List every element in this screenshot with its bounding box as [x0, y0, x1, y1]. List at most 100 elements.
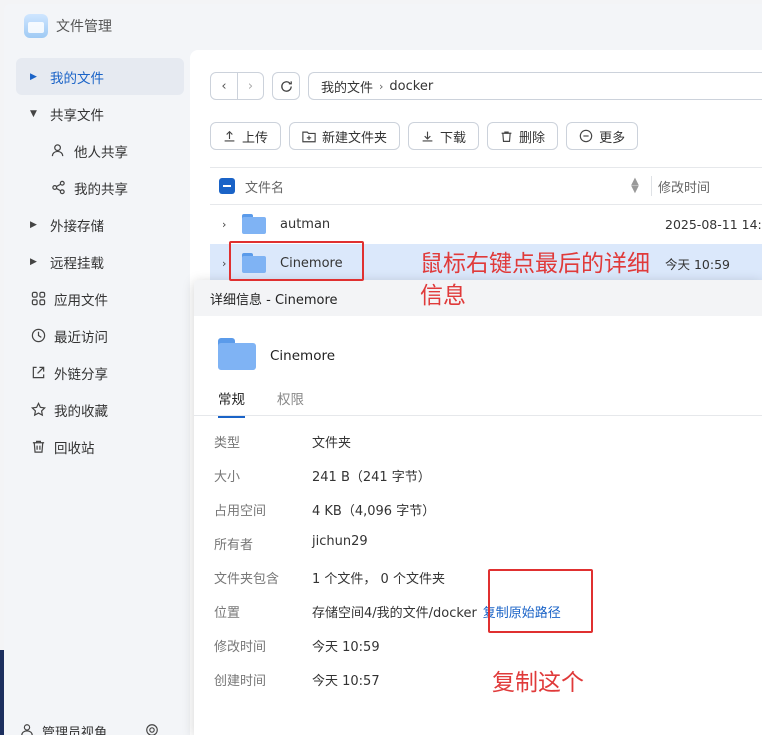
- folder-icon: [242, 214, 266, 234]
- action-toolbar: 上传 新建文件夹 下载 删除 更多: [210, 122, 639, 150]
- annotation-right-click: 鼠标右键点最后的详细 信息: [420, 248, 650, 312]
- breadcrumb-root[interactable]: 我的文件: [321, 77, 373, 96]
- delete-button[interactable]: 删除: [487, 122, 559, 150]
- download-button[interactable]: 下载: [408, 122, 480, 150]
- admin-view-label: 管理员视角: [42, 726, 108, 735]
- share-icon: [50, 180, 66, 196]
- sidebar-item-label: 我的文件: [50, 70, 104, 87]
- sidebar-item-shared-by-others[interactable]: 他人共享: [16, 132, 184, 169]
- prop-size: 大小 241 B（241 字节）: [214, 466, 431, 485]
- highlight-box-copy-link: [488, 569, 593, 633]
- sidebar-item-label: 我的收藏: [54, 403, 108, 420]
- breadcrumb-current[interactable]: docker: [389, 79, 433, 94]
- sidebar-item-label: 最近访问: [54, 329, 108, 346]
- chevron-right-icon: ›: [379, 79, 384, 93]
- prop-owner: 所有者 jichun29: [214, 534, 368, 553]
- prop-disk-usage: 占用空间 4 KB（4,096 字节）: [214, 500, 435, 519]
- forward-icon[interactable]: ›: [237, 73, 263, 99]
- download-icon: [422, 131, 433, 142]
- caret-right-icon[interactable]: ▶: [30, 257, 42, 267]
- file-list-header: 文件名 ▲ ▼ 修改时间: [210, 167, 762, 205]
- file-name: autman: [280, 216, 331, 232]
- new-folder-label: 新建文件夹: [322, 130, 388, 146]
- file-modified-time: 今天 10:59: [665, 256, 730, 272]
- sidebar-item-trash[interactable]: 回收站: [16, 428, 184, 465]
- admin-view-toggle[interactable]: 管理员视角: [20, 722, 159, 735]
- folder-plus-icon: [302, 131, 316, 142]
- chevron-right-icon[interactable]: ›: [222, 218, 238, 231]
- table-row[interactable]: › autman 2025-08-11 14:4: [210, 205, 762, 243]
- trash-icon: [30, 439, 46, 455]
- prop-modified: 修改时间 今天 10:59: [214, 636, 380, 655]
- sidebar-item-label: 我的共享: [74, 181, 128, 198]
- user-icon: [20, 723, 34, 735]
- column-divider[interactable]: [651, 176, 652, 196]
- sidebar-item-my-shares[interactable]: 我的共享: [16, 169, 184, 206]
- tab-permissions[interactable]: 权限: [277, 388, 304, 418]
- file-modified-time: 2025-08-11 14:4: [665, 216, 762, 232]
- annotation-line: 鼠标右键点最后的详细: [420, 251, 650, 277]
- sidebar-item-recent[interactable]: 最近访问: [16, 317, 184, 354]
- trash-icon: [501, 130, 512, 142]
- prop-created: 创建时间 今天 10:57: [214, 670, 380, 689]
- sidebar-item-remote-mount[interactable]: ▶ 远程挂载: [16, 243, 184, 280]
- upload-button[interactable]: 上传: [210, 122, 282, 150]
- refresh-button[interactable]: [272, 72, 300, 100]
- caret-down-icon[interactable]: ▼: [30, 109, 42, 119]
- upload-icon: [224, 130, 235, 142]
- more-button[interactable]: 更多: [566, 122, 639, 150]
- column-header-modified[interactable]: 修改时间: [658, 177, 710, 196]
- caret-right-icon[interactable]: ▶: [30, 220, 42, 230]
- prop-label: 大小: [214, 470, 241, 485]
- annotation-line: 信息: [420, 283, 466, 309]
- prop-label: 修改时间: [214, 640, 267, 655]
- tab-general[interactable]: 常规: [218, 388, 245, 418]
- prop-label: 创建时间: [214, 674, 267, 689]
- clock-icon: [30, 328, 46, 344]
- users-icon: [50, 143, 66, 159]
- sidebar-item-favorites[interactable]: 我的收藏: [16, 391, 184, 428]
- download-label: 下载: [440, 130, 467, 146]
- external-link-icon: [30, 365, 46, 381]
- tab-divider: [194, 415, 762, 416]
- back-icon[interactable]: ‹: [211, 73, 237, 99]
- prop-value: jichun29: [312, 534, 368, 549]
- new-folder-button[interactable]: 新建文件夹: [289, 122, 401, 150]
- sidebar-item-label: 远程挂载: [50, 255, 104, 272]
- sidebar-item-label: 共享文件: [50, 107, 104, 124]
- sidebar-item-my-files[interactable]: ▶ 我的文件: [16, 58, 184, 95]
- column-header-name[interactable]: 文件名: [245, 177, 625, 196]
- prop-label: 占用空间: [214, 504, 267, 519]
- sidebar-item-label: 他人共享: [74, 144, 128, 161]
- prop-value: 今天 10:59: [312, 640, 380, 655]
- gear-icon[interactable]: [145, 723, 159, 735]
- sidebar: ▶ 我的文件 ▼ 共享文件 他人共享 我的共享 ▶ 外接存储 ▶ 远程挂载 应用…: [16, 58, 184, 465]
- prop-value: 1 个文件， 0 个文件夹: [312, 572, 445, 587]
- caret-right-icon[interactable]: ▶: [30, 72, 42, 82]
- prop-type: 类型 文件夹: [214, 432, 351, 451]
- prop-label: 文件夹包含: [214, 572, 280, 587]
- sidebar-item-label: 应用文件: [54, 292, 108, 309]
- highlight-box-folder: [229, 241, 364, 281]
- navigation-bar: ‹ › 我的文件 › docker: [210, 72, 762, 100]
- upload-label: 上传: [242, 130, 269, 146]
- prop-value: 4 KB（4,096 字节）: [312, 504, 436, 519]
- prop-value: 今天 10:57: [312, 674, 380, 689]
- sort-icon[interactable]: ▲ ▼: [625, 177, 645, 195]
- annotation-copy-this: 复制这个: [492, 670, 584, 696]
- sidebar-item-label: 外接存储: [50, 218, 104, 235]
- prop-value: 存储空间4/我的文件/docker: [312, 606, 477, 621]
- select-all-checkbox[interactable]: [219, 178, 235, 194]
- app-title: 文件管理: [56, 19, 112, 35]
- detail-tabs: 常规 权限: [218, 388, 304, 418]
- sidebar-item-app-files[interactable]: 应用文件: [16, 280, 184, 317]
- prop-contains: 文件夹包含 1 个文件， 0 个文件夹: [214, 568, 445, 587]
- sidebar-item-external-storage[interactable]: ▶ 外接存储: [16, 206, 184, 243]
- delete-label: 删除: [519, 130, 546, 146]
- more-icon: [579, 129, 593, 143]
- prop-value: 241 B（241 字节）: [312, 470, 431, 485]
- sidebar-item-shared-files[interactable]: ▼ 共享文件: [16, 95, 184, 132]
- file-manager-app-icon: [24, 14, 48, 38]
- sidebar-item-label: 回收站: [54, 440, 95, 457]
- sidebar-item-link-shares[interactable]: 外链分享: [16, 354, 184, 391]
